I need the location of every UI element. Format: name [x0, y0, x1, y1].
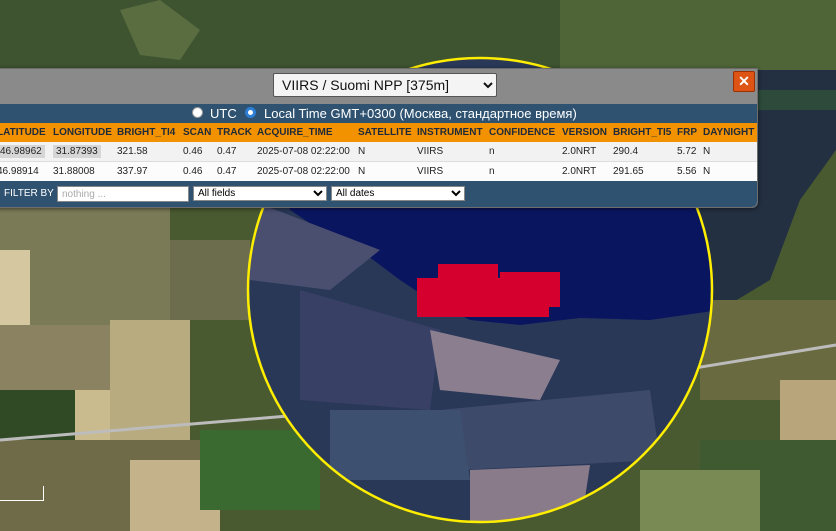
- cell-bright-ti4: 337.97: [113, 161, 179, 181]
- cell-confidence: n: [485, 142, 558, 162]
- cell-latitude: 46.98914: [0, 161, 49, 181]
- cell-acquire-time: 2025-07-08 02:22:00: [253, 142, 354, 162]
- col-bright-ti4[interactable]: BRIGHT_TI4: [113, 123, 179, 142]
- table-row[interactable]: 46.98962 31.87393 321.58 0.46 0.47 2025-…: [0, 142, 757, 162]
- filter-date-select[interactable]: All dates: [331, 186, 465, 201]
- col-scan[interactable]: SCAN: [179, 123, 213, 142]
- col-satellite[interactable]: SATELLITE: [354, 123, 413, 142]
- fire-data-table: LATITUDE LONGITUDE BRIGHT_TI4 SCAN TRACK…: [0, 123, 757, 181]
- panel-header: VIIRS / Suomi NPP [375m] ✕: [0, 69, 757, 104]
- col-confidence[interactable]: CONFIDENCE: [485, 123, 558, 142]
- cell-bright-ti5: 291.65: [609, 161, 673, 181]
- col-version[interactable]: VERSION: [558, 123, 609, 142]
- cell-instrument: VIIRS: [413, 161, 485, 181]
- table-header-row: LATITUDE LONGITUDE BRIGHT_TI4 SCAN TRACK…: [0, 123, 757, 142]
- cell-version: 2.0NRT: [558, 142, 609, 162]
- cell-bright-ti5: 290.4: [609, 142, 673, 162]
- cell-daynight: N: [699, 142, 757, 162]
- cell-track: 0.47: [213, 142, 253, 162]
- cell-bright-ti4: 321.58: [113, 142, 179, 162]
- local-time-label: Local Time GMT+0300 (Москва, стандартное…: [264, 106, 577, 121]
- col-daynight[interactable]: DAYNIGHT: [699, 123, 757, 142]
- col-track[interactable]: TRACK: [213, 123, 253, 142]
- cell-satellite: N: [354, 142, 413, 162]
- filter-bar: FILTER BY All fields All dates: [0, 181, 757, 207]
- cell-confidence: n: [485, 161, 558, 181]
- cell-longitude: 31.87393: [49, 142, 113, 162]
- cell-daynight: N: [699, 161, 757, 181]
- fire-marker[interactable]: [438, 264, 498, 282]
- cell-longitude: 31.88008: [49, 161, 113, 181]
- cell-version: 2.0NRT: [558, 161, 609, 181]
- col-longitude[interactable]: LONGITUDE: [49, 123, 113, 142]
- col-instrument[interactable]: INSTRUMENT: [413, 123, 485, 142]
- cell-satellite: N: [354, 161, 413, 181]
- col-latitude[interactable]: LATITUDE: [0, 123, 49, 142]
- utc-radio[interactable]: [192, 107, 203, 118]
- filter-field-select[interactable]: All fields: [193, 186, 327, 201]
- cell-acquire-time: 2025-07-08 02:22:00: [253, 161, 354, 181]
- table-row[interactable]: 46.98914 31.88008 337.97 0.46 0.47 2025-…: [0, 161, 757, 181]
- close-button[interactable]: ✕: [733, 71, 755, 92]
- filter-input[interactable]: [57, 186, 189, 202]
- filter-label: FILTER BY: [4, 188, 54, 199]
- local-time-radio[interactable]: [245, 107, 256, 118]
- satellite-select[interactable]: VIIRS / Suomi NPP [375m]: [273, 73, 497, 97]
- cell-latitude: 46.98962: [0, 142, 49, 162]
- cell-frp: 5.72: [673, 142, 699, 162]
- fire-data-panel: VIIRS / Suomi NPP [375m] ✕ UTC Local Tim…: [0, 68, 758, 208]
- cell-latitude-value: 46.98962: [0, 145, 45, 158]
- col-bright-ti5[interactable]: BRIGHT_TI5: [609, 123, 673, 142]
- col-frp[interactable]: FRP: [673, 123, 699, 142]
- fire-marker[interactable]: [500, 272, 560, 307]
- cell-instrument: VIIRS: [413, 142, 485, 162]
- col-acquire-time[interactable]: ACQUIRE_TIME: [253, 123, 354, 142]
- cell-scan: 0.46: [179, 161, 213, 181]
- cell-frp: 5.56: [673, 161, 699, 181]
- cell-longitude-value: 31.87393: [53, 145, 101, 158]
- utc-label: UTC: [210, 106, 237, 121]
- cell-track: 0.47: [213, 161, 253, 181]
- map-scale-bar: [0, 486, 44, 501]
- cell-scan: 0.46: [179, 142, 213, 162]
- time-mode-bar: UTC Local Time GMT+0300 (Москва, стандар…: [0, 104, 757, 123]
